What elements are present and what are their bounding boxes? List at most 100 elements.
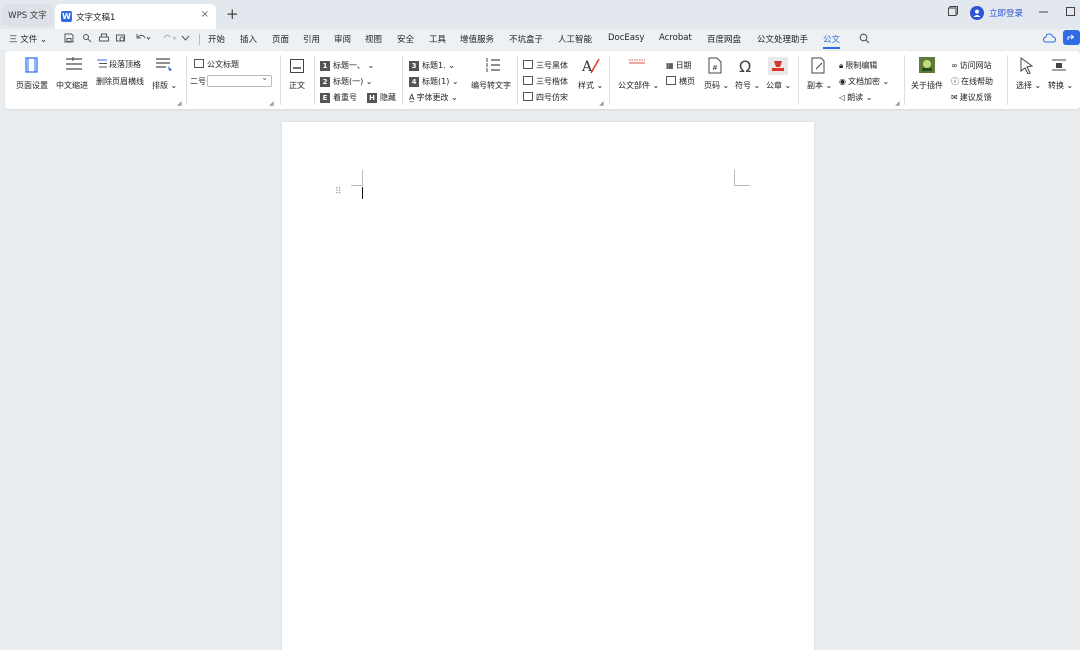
heading-3-button[interactable]: 3 标题1. ⌄	[409, 60, 455, 71]
heading-2-label: 标题(一) ⌄	[333, 77, 373, 86]
heading-2-button[interactable]: 2 标题(一) ⌄	[320, 76, 373, 87]
user-avatar-icon	[970, 6, 984, 20]
landscape-page-button[interactable]: 横页	[666, 76, 695, 87]
layout-button[interactable]: 排版 ⌄	[152, 80, 177, 91]
speaker-icon: ◁	[839, 93, 846, 102]
ribbon-toolbar: 页面设置 中文缩进 段落顶格 删除页眉横线 排版 ⌄ ◢ 公文标题 二号 ◢ 正…	[5, 51, 1080, 109]
online-help-label: 在线帮助	[961, 77, 993, 86]
menu-view[interactable]: 视图	[365, 33, 382, 45]
font-change-button[interactable]: A̲ 字体更改 ⌄	[409, 92, 458, 103]
file-menu[interactable]: 三 文件 ⌄	[9, 33, 47, 45]
export-pdf-icon[interactable]	[82, 33, 92, 46]
print-icon[interactable]	[99, 33, 109, 46]
heading-4-button[interactable]: 4 标题(1) ⌄	[409, 76, 459, 87]
visit-site-button[interactable]: ∞ 访问网站	[951, 60, 992, 71]
para-top-button[interactable]: 段落顶格	[97, 59, 141, 70]
online-help-button[interactable]: ⓘ 在线帮助	[951, 76, 993, 87]
symbol-button[interactable]: 符号 ⌄	[735, 80, 760, 91]
ribbon-separator	[798, 55, 799, 105]
search-icon[interactable]	[859, 33, 870, 47]
window-restore-icon[interactable]	[948, 6, 958, 19]
doc-title-button[interactable]: 公文标题	[194, 59, 239, 70]
more-quick-access-icon[interactable]	[181, 33, 190, 46]
menu-security[interactable]: 安全	[397, 33, 414, 45]
hide-text-label: 隐藏	[380, 93, 396, 102]
document-page[interactable]: ⠿	[282, 122, 814, 650]
group-launcher-icon[interactable]: ◢	[269, 100, 274, 107]
drag-handle-icon[interactable]: ⠿	[335, 187, 342, 197]
menu-page[interactable]: 页面	[272, 33, 289, 45]
ribbon-separator	[186, 55, 187, 105]
body-text-button[interactable]: 正文	[289, 80, 305, 91]
menu-bukeng-box[interactable]: 不坑盒子	[509, 33, 543, 45]
select-button[interactable]: 选择 ⌄	[1016, 80, 1041, 91]
menu-gongwen-assistant[interactable]: 公文处理助手	[757, 33, 808, 45]
menu-insert[interactable]: 插入	[240, 33, 257, 45]
restrict-edit-button[interactable]: 🔒︎ 限制编辑	[839, 60, 877, 71]
menu-doceasy[interactable]: DocEasy	[608, 33, 644, 43]
group-launcher-icon[interactable]: ◢	[177, 100, 182, 107]
hide-text-button[interactable]: H 隐藏	[367, 92, 396, 103]
font-size-select[interactable]	[207, 73, 272, 87]
heading-1-number: 1	[320, 61, 330, 71]
menu-references[interactable]: 引用	[303, 33, 320, 45]
fangsong-4-label: 四号仿宋	[536, 93, 568, 102]
menu-acrobat[interactable]: Acrobat	[659, 33, 692, 43]
para-top-icon	[97, 59, 107, 68]
doc-encrypt-button[interactable]: ◉ 文档加密 ⌄	[839, 76, 889, 87]
page-number-button[interactable]: 页码 ⌄	[704, 80, 729, 91]
menu-ai[interactable]: 人工智能	[558, 33, 592, 45]
heading-3-label: 标题1. ⌄	[422, 61, 455, 70]
heading-3-number: 3	[409, 61, 419, 71]
hei-3-button[interactable]: 三号黑体	[523, 60, 568, 71]
login-area[interactable]: 立即登录	[970, 6, 1023, 20]
menu-value-added[interactable]: 增值服务	[460, 33, 494, 45]
hide-text-icon: H	[367, 93, 377, 103]
feedback-button[interactable]: ✉ 建议反馈	[951, 92, 992, 103]
home-tab[interactable]: WPS 文字	[2, 4, 53, 26]
copy-button[interactable]: 副本 ⌄	[807, 80, 832, 91]
about-plugin-button[interactable]: 关于插件	[911, 80, 943, 91]
read-aloud-button[interactable]: ◁ 朗读 ⌄	[839, 92, 872, 103]
delete-header-line-button[interactable]: 删除页眉横线	[96, 76, 144, 87]
heading-1-button[interactable]: 1 标题一、 ⌄	[320, 60, 374, 71]
page-setup-button[interactable]: 页面设置	[16, 80, 48, 91]
date-button[interactable]: ▦ 日期	[666, 60, 692, 71]
login-link[interactable]: 立即登录	[989, 7, 1023, 19]
menu-home[interactable]: 开始	[208, 33, 225, 45]
document-tab[interactable]: W 文字文稿1 ×	[55, 4, 216, 29]
menu-baidu-netdisk[interactable]: 百度网盘	[707, 33, 741, 45]
menu-review[interactable]: 审阅	[334, 33, 351, 45]
hei-3-label: 三号黑体	[536, 61, 568, 70]
page-number-icon: #	[708, 57, 726, 74]
style-button[interactable]: 样式 ⌄	[578, 80, 603, 91]
fangsong-4-icon	[523, 92, 533, 101]
kai-3-button[interactable]: 三号楷体	[523, 76, 568, 87]
group-launcher-icon[interactable]: ◢	[895, 100, 900, 107]
emphasis-mark-button[interactable]: E 着重号	[320, 92, 357, 103]
maximize-icon[interactable]	[1066, 6, 1075, 19]
convert-button[interactable]: 转换 ⌄	[1048, 80, 1073, 91]
doc-parts-button[interactable]: 公文部件 ⌄	[618, 80, 659, 91]
undo-icon[interactable]	[136, 33, 151, 46]
ribbon-separator	[280, 55, 281, 105]
cn-indent-button[interactable]: 中文缩进	[56, 80, 88, 91]
feedback-label: 建议反馈	[959, 93, 992, 102]
save-icon[interactable]	[64, 33, 74, 46]
share-icon[interactable]	[1063, 30, 1080, 48]
new-tab-icon[interactable]: +	[226, 5, 239, 23]
page-setup-icon	[24, 57, 42, 73]
kai-3-label: 三号楷体	[536, 77, 568, 86]
num-to-text-button[interactable]: 编号转文字	[471, 80, 511, 91]
menu-gongwen[interactable]: 公文	[823, 33, 840, 45]
minimize-icon[interactable]	[1039, 6, 1048, 19]
group-launcher-icon[interactable]: ◢	[599, 100, 604, 107]
close-tab-icon[interactable]: ×	[201, 9, 209, 20]
redo-icon[interactable]	[162, 33, 177, 46]
menu-tools[interactable]: 工具	[429, 33, 446, 45]
crop-mark-top-right	[734, 170, 750, 186]
cloud-sync-icon[interactable]	[1042, 33, 1057, 46]
fangsong-4-button[interactable]: 四号仿宋	[523, 92, 568, 103]
seal-button[interactable]: 公章 ⌄	[766, 80, 791, 91]
print-preview-icon[interactable]	[116, 33, 126, 46]
